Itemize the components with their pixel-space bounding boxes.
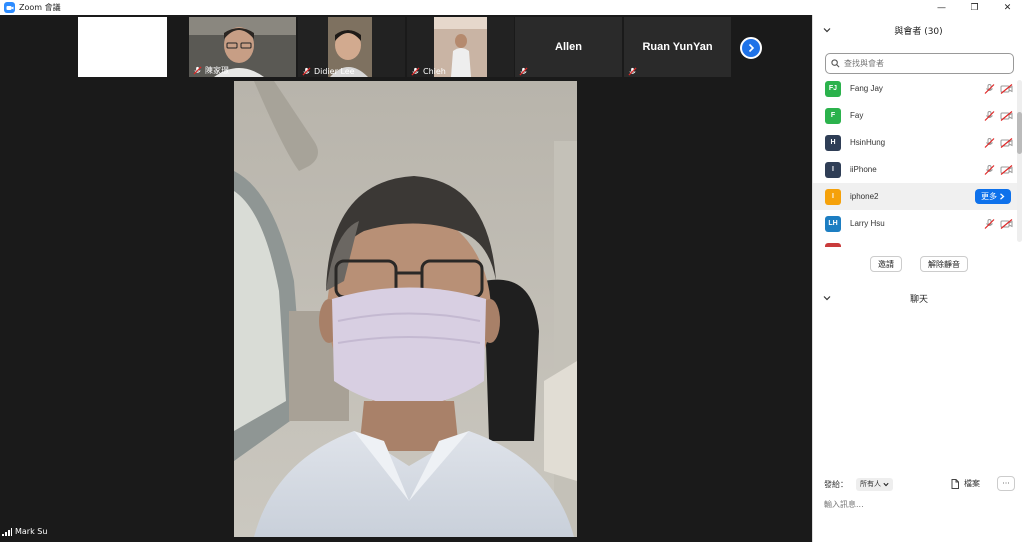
participant-row[interactable]: F Fay	[813, 102, 1021, 129]
participants-header: 與會者 (30)	[813, 15, 1024, 45]
mic-muted-icon	[519, 67, 528, 76]
participant-name: Larry Hsu	[850, 219, 885, 228]
chevron-right-icon	[1000, 193, 1005, 200]
chevron-down-icon[interactable]	[823, 26, 831, 34]
chevron-down-icon[interactable]	[823, 294, 831, 302]
avatar: H	[825, 134, 841, 151]
title-bar: Zoom 會議 — ❐ ✕	[0, 0, 1024, 15]
participant-row-partial[interactable]	[813, 237, 1021, 247]
video-off-icon[interactable]	[1000, 111, 1013, 121]
video-off-icon[interactable]	[1000, 219, 1013, 229]
thumbnail-name: Chieh	[411, 67, 446, 76]
chevron-right-icon	[748, 43, 755, 53]
unmute-button[interactable]: 解除靜音	[920, 256, 968, 272]
thumbnail-display-name: Allen	[555, 41, 582, 53]
participant-name: iphone2	[850, 192, 879, 201]
mic-muted-icon	[193, 66, 202, 75]
video-off-icon[interactable]	[1000, 84, 1013, 94]
chat-header: 聊天	[813, 288, 1024, 308]
participant-name: HsinHung	[850, 138, 886, 147]
chat-more-button[interactable]: ···	[997, 476, 1015, 491]
participant-row[interactable]: H HsinHung	[813, 129, 1021, 156]
maximize-button[interactable]: ❐	[958, 0, 991, 15]
participants-title: 與會者 (30)	[894, 26, 943, 37]
chevron-down-icon	[883, 482, 889, 486]
avatar: F	[825, 107, 841, 124]
main-speaker-video	[234, 81, 577, 537]
participant-list: FJ Fang Jay F Fay H HsinHung I iiPhone I…	[813, 75, 1021, 247]
thumbnail-participant-2[interactable]: Didier Lee	[298, 17, 405, 77]
mic-muted-icon[interactable]	[984, 165, 995, 175]
more-button[interactable]: 更多	[975, 189, 1011, 204]
thumbnail-participant-1[interactable]: 陳家璟	[189, 17, 296, 77]
video-off-icon[interactable]	[1000, 138, 1013, 148]
avatar: I	[825, 161, 841, 178]
video-off-icon[interactable]	[1000, 165, 1013, 175]
participant-row[interactable]: FJ Fang Jay	[813, 75, 1021, 102]
participant-row[interactable]: LH Larry Hsu	[813, 210, 1021, 237]
participant-list-scroll-thumb[interactable]	[1017, 112, 1022, 154]
thumbnail-name: 陳家璟	[193, 65, 229, 76]
self-name-label: Mark Su	[2, 527, 47, 536]
video-stage: 陳家璟 Didier Lee Chieh Allen Ruan YunYan M…	[0, 15, 812, 542]
search-input[interactable]	[844, 59, 1004, 68]
mic-muted-icon	[302, 67, 311, 76]
side-panel: 與會者 (30) FJ Fang Jay F Fay H HsinHung	[812, 15, 1024, 542]
thumbnail-mic	[628, 67, 637, 76]
close-button[interactable]: ✕	[991, 0, 1024, 15]
avatar: I	[825, 188, 841, 205]
mic-muted-icon[interactable]	[984, 84, 995, 94]
next-page-button[interactable]	[740, 37, 762, 59]
mic-muted-icon[interactable]	[984, 111, 995, 121]
thumbnail-name: Didier Lee	[302, 67, 355, 76]
chat-message-input[interactable]	[824, 500, 1014, 509]
send-to-select[interactable]: 所有人	[856, 477, 893, 491]
participant-list-scrollbar[interactable]	[1017, 80, 1022, 242]
participant-name: iiPhone	[850, 165, 877, 174]
thumbnail-participant-5[interactable]: Ruan YunYan	[624, 17, 731, 77]
send-to-row: 發給： 所有人	[813, 476, 1024, 492]
mic-muted-icon	[628, 67, 637, 76]
window-title: Zoom 會議	[19, 3, 61, 12]
speaker-video-image	[234, 81, 577, 537]
thumbnail-participant-3[interactable]: Chieh	[407, 17, 514, 77]
mic-muted-icon	[411, 67, 420, 76]
mic-muted-icon[interactable]	[984, 138, 995, 148]
file-button[interactable]: 檔案	[951, 478, 980, 489]
file-icon	[951, 478, 959, 489]
participant-row-hovered[interactable]: I iphone2 更多	[813, 183, 1021, 210]
participant-name: Fang Jay	[850, 84, 883, 93]
avatar	[825, 242, 841, 247]
participant-search[interactable]	[825, 53, 1014, 74]
participant-row[interactable]: I iiPhone	[813, 156, 1021, 183]
participant-actions: 邀請 解除靜音	[813, 256, 1024, 272]
thumbnail-blank[interactable]	[78, 17, 167, 77]
search-icon	[831, 59, 840, 68]
thumbnail-participant-4[interactable]: Allen	[515, 17, 622, 77]
signal-strength-icon	[2, 527, 12, 536]
avatar: LH	[825, 215, 841, 232]
send-to-label: 發給：	[824, 479, 848, 489]
minimize-button[interactable]: —	[925, 0, 958, 15]
avatar: FJ	[825, 80, 841, 97]
invite-button[interactable]: 邀請	[870, 256, 902, 272]
zoom-logo-icon	[4, 2, 15, 13]
thumbnail-mic	[519, 67, 528, 76]
mic-muted-icon[interactable]	[984, 219, 995, 229]
participant-name: Fay	[850, 111, 864, 120]
chat-footer: 發給： 所有人 檔案 ···	[813, 476, 1024, 511]
thumbnail-display-name: Ruan YunYan	[642, 41, 713, 53]
chat-title: 聊天	[909, 294, 928, 305]
